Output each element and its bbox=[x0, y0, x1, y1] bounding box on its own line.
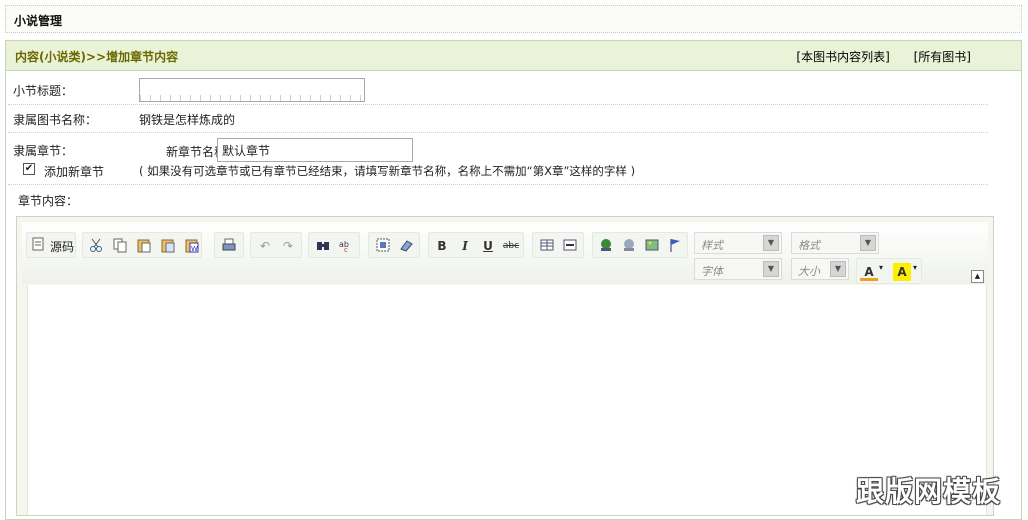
panel-header: 内容(小说类)>>增加章节内容 [本图书内容列表] [所有图书] bbox=[6, 41, 1021, 71]
undo-icon[interactable]: ↶ bbox=[256, 237, 274, 255]
print-icon[interactable] bbox=[220, 237, 238, 255]
chevron-down-icon: ▼ bbox=[830, 261, 846, 277]
find-icon[interactable] bbox=[314, 237, 332, 255]
collapse-toolbar-button[interactable]: ▲ bbox=[971, 270, 984, 283]
link-icon[interactable] bbox=[597, 237, 615, 255]
breadcrumb: 内容(小说类)>>增加章节内容 bbox=[15, 50, 179, 64]
print-group bbox=[214, 232, 244, 258]
book-name-label: 隶属图书名称： bbox=[13, 113, 98, 127]
add-chapter-checkbox[interactable]: ✔ bbox=[23, 163, 35, 175]
source-group: 源码 bbox=[26, 232, 76, 258]
spellcheck-icon[interactable]: ab c bbox=[337, 237, 355, 255]
new-chapter-value: 默认章节 bbox=[222, 144, 271, 158]
history-group: ↶ ↷ bbox=[250, 232, 302, 258]
section-title-input[interactable] bbox=[139, 78, 365, 102]
chevron-down-icon: ▼ bbox=[763, 261, 779, 277]
color-group: A ▾ A ▾ bbox=[856, 258, 922, 284]
select-all-icon[interactable] bbox=[374, 237, 392, 255]
underline-button[interactable]: U bbox=[479, 237, 497, 255]
source-button[interactable]: 源码 bbox=[50, 238, 74, 255]
paste-text-icon[interactable] bbox=[159, 237, 177, 255]
find-group: ab c bbox=[308, 232, 360, 258]
page-title-bar: 小说管理 bbox=[5, 5, 1022, 33]
editor-toolbar: 源码 W ↶ ↷ ab c B I U abc 样式 ▼ 格式 ▼ 字体 ▼ 大… bbox=[22, 222, 988, 284]
style-select[interactable]: 样式 ▼ bbox=[694, 232, 782, 254]
bold-button[interactable]: B bbox=[433, 237, 451, 255]
input-ruler bbox=[140, 95, 364, 101]
chevron-down-icon: ▼ bbox=[860, 235, 876, 251]
copy-icon[interactable] bbox=[111, 237, 129, 255]
cut-icon[interactable] bbox=[87, 237, 105, 255]
chevron-down-icon: ▼ bbox=[763, 235, 779, 251]
unlink-icon[interactable] bbox=[620, 237, 638, 255]
text-color-button[interactable]: A bbox=[860, 263, 878, 281]
insert-group bbox=[532, 232, 584, 258]
book-name-row: 隶属图书名称： 钢铁是怎样炼成的 bbox=[8, 105, 988, 133]
clipboard-group: W bbox=[82, 232, 202, 258]
media-group bbox=[592, 232, 688, 258]
font-select[interactable]: 字体 ▼ bbox=[694, 258, 782, 280]
image-icon[interactable] bbox=[643, 237, 661, 255]
section-title-label: 小节标题： bbox=[13, 84, 74, 98]
chapter-hint: ( 如果没有可选章节或已有章节已经结束，请填写新章节名称，名称上不需加“第X章”… bbox=[139, 164, 636, 178]
new-chapter-input[interactable]: 默认章节 bbox=[217, 138, 413, 162]
book-name-value: 钢铁是怎样炼成的 bbox=[139, 113, 236, 127]
select-group bbox=[368, 232, 420, 258]
rich-text-editor: 源码 W ↶ ↷ ab c B I U abc 样式 ▼ 格式 ▼ 字体 ▼ 大… bbox=[16, 216, 994, 516]
page-title: 小说管理 bbox=[14, 14, 63, 28]
paste-icon[interactable] bbox=[135, 237, 153, 255]
watermark-logo: 跟版网模板 bbox=[856, 475, 1002, 508]
italic-button[interactable]: I bbox=[456, 237, 474, 255]
text-style-group: B I U abc bbox=[428, 232, 524, 258]
add-chapter-label: 添加新章节 bbox=[44, 165, 105, 179]
source-icon bbox=[32, 237, 44, 254]
header-links: [本图书内容列表] [所有图书] bbox=[776, 48, 971, 65]
section-title-row: 小节标题： bbox=[8, 72, 988, 105]
chapter-row: 隶属章节： 新章节名称： 默认章节 ✔ 添加新章节 ( 如果没有可选章节或已有章… bbox=[8, 133, 988, 185]
anchor-flag-icon[interactable] bbox=[666, 237, 684, 255]
redo-icon[interactable]: ↷ bbox=[279, 237, 297, 255]
size-select[interactable]: 大小 ▼ bbox=[791, 258, 849, 280]
strike-button[interactable]: abc bbox=[502, 237, 520, 255]
book-content-list-link[interactable]: [本图书内容列表] bbox=[796, 50, 889, 64]
eraser-icon[interactable] bbox=[397, 237, 415, 255]
format-select[interactable]: 格式 ▼ bbox=[791, 232, 879, 254]
bg-color-dropdown-icon[interactable]: ▾ bbox=[913, 263, 917, 272]
bg-color-button[interactable]: A bbox=[893, 263, 911, 281]
svg-text:W: W bbox=[191, 245, 198, 253]
table-icon[interactable] bbox=[538, 237, 556, 255]
text-color-dropdown-icon[interactable]: ▾ bbox=[879, 263, 883, 272]
chapter-label: 隶属章节： bbox=[13, 144, 74, 158]
all-books-link[interactable]: [所有图书] bbox=[914, 50, 971, 64]
paste-word-icon[interactable]: W bbox=[183, 237, 201, 255]
content-label: 章节内容： bbox=[18, 194, 79, 208]
horizontal-rule-icon[interactable] bbox=[561, 237, 579, 255]
editor-content-area[interactable] bbox=[27, 285, 987, 515]
svg-text:c: c bbox=[344, 246, 348, 253]
